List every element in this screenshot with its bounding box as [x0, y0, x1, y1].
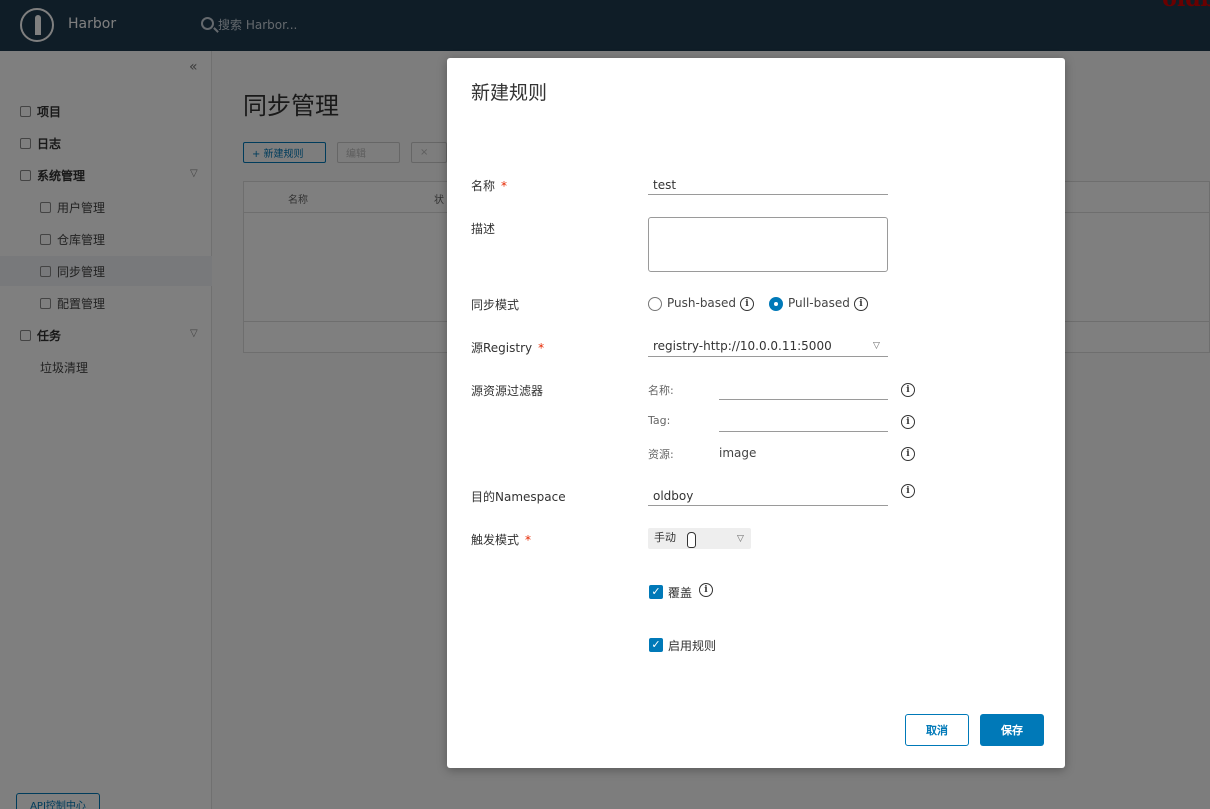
filter-tag-info-icon[interactable]: i [901, 415, 915, 429]
source-filter-label: 源资源过滤器 [471, 384, 544, 398]
filter-name-label: 名称: [648, 384, 674, 397]
pull-based-label[interactable]: Pull-based [788, 296, 850, 310]
override-info-icon[interactable]: i [699, 583, 713, 597]
chevron-down-icon: ▽ [873, 341, 880, 351]
trigger-mode-select[interactable]: 手动 [648, 528, 751, 549]
push-info-icon[interactable]: i [740, 297, 754, 311]
source-registry-select[interactable]: registry-http://10.0.0.11:5000 [648, 337, 888, 357]
save-button[interactable]: 保存 [980, 714, 1044, 746]
filter-name-input[interactable] [719, 380, 888, 400]
filter-name-info-icon[interactable]: i [901, 383, 915, 397]
push-based-radio[interactable] [648, 297, 662, 311]
dest-namespace-label: 目的Namespace [471, 490, 566, 504]
pull-info-icon[interactable]: i [854, 297, 868, 311]
push-based-label[interactable]: Push-based [667, 296, 736, 310]
filter-resource-info-icon[interactable]: i [901, 447, 915, 461]
dest-namespace-input[interactable] [648, 486, 888, 506]
source-registry-label: 源Registry * [471, 341, 545, 355]
description-label: 描述 [471, 222, 496, 236]
filter-tag-input[interactable] [719, 412, 888, 432]
name-label: 名称 * [471, 179, 508, 193]
dialog-title: 新建规则 [471, 82, 548, 104]
description-textarea[interactable] [648, 217, 888, 272]
name-input[interactable] [648, 175, 888, 195]
enable-rule-label[interactable]: 启用规则 [668, 637, 716, 654]
namespace-info-icon[interactable]: i [901, 484, 915, 498]
cancel-button[interactable]: 取消 [905, 714, 969, 746]
enable-rule-checkbox[interactable]: ✓ [649, 638, 663, 652]
hand-cursor-icon [687, 532, 696, 548]
pull-based-radio[interactable] [769, 297, 783, 311]
override-label[interactable]: 覆盖 [668, 584, 692, 601]
chevron-down-icon: ▽ [737, 534, 744, 544]
filter-resource-label: 资源: [648, 448, 674, 461]
filter-tag-label: Tag: [648, 414, 671, 427]
filter-resource-value: image [719, 446, 757, 460]
new-rule-dialog: 新建规则 名称* 描述 同步模式 Push-based i Pull-based… [447, 58, 1065, 768]
sync-mode-label: 同步模式 [471, 298, 520, 312]
override-checkbox[interactable]: ✓ [649, 585, 663, 599]
trigger-mode-label: 触发模式 * [471, 533, 532, 547]
